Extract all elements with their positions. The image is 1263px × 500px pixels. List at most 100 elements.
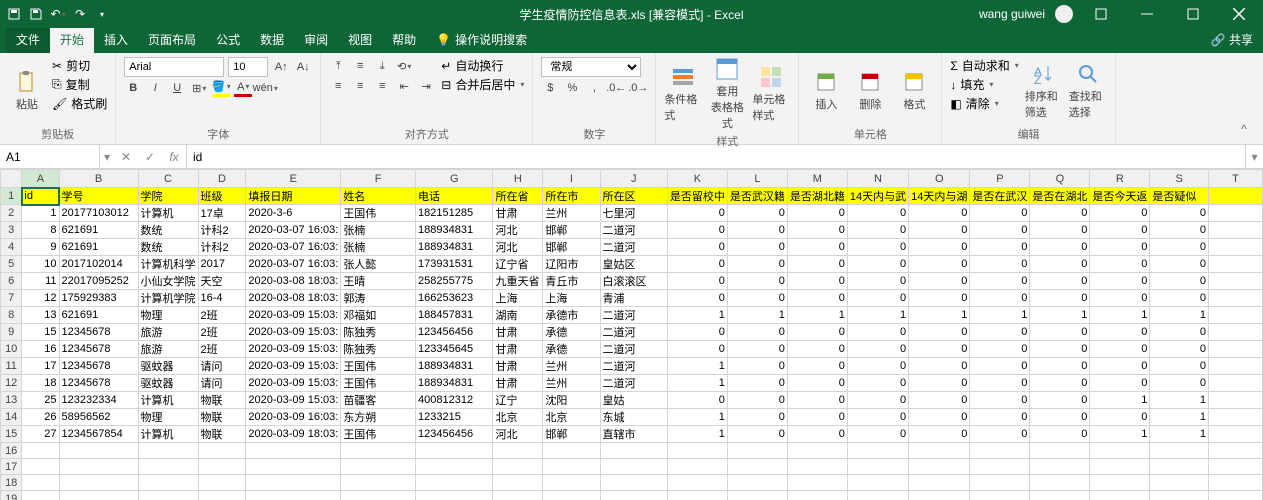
cell[interactable]: 0 (1090, 239, 1150, 256)
cell[interactable]: 123345645 (416, 341, 493, 358)
col-header[interactable]: C (138, 170, 198, 188)
cell[interactable]: 0 (1090, 341, 1150, 358)
cell[interactable] (198, 459, 246, 475)
cell[interactable]: 0 (909, 222, 970, 239)
col-header[interactable]: M (787, 170, 847, 188)
expand-formula-icon[interactable]: ▾ (1245, 145, 1263, 168)
cell[interactable]: 兰州 (543, 205, 600, 222)
currency-icon[interactable]: $ (541, 79, 559, 97)
cell[interactable] (246, 475, 341, 491)
cell[interactable]: 河北 (493, 222, 543, 239)
cell[interactable] (1030, 491, 1090, 500)
cell[interactable]: 旅游 (138, 341, 198, 358)
row-header[interactable]: 17 (1, 459, 22, 475)
cell[interactable]: 0 (1030, 324, 1090, 341)
cell[interactable]: 0 (1090, 409, 1150, 426)
paste-button[interactable]: 粘贴 (8, 57, 46, 124)
cell[interactable]: 河北 (493, 426, 543, 443)
cell[interactable] (493, 491, 543, 500)
cell[interactable]: 0 (727, 341, 787, 358)
cell[interactable]: 0 (1030, 341, 1090, 358)
cell[interactable]: 0 (727, 324, 787, 341)
cell[interactable]: 姓名 (341, 188, 416, 205)
cell[interactable] (543, 459, 600, 475)
cell[interactable]: 二道河 (600, 307, 667, 324)
cell[interactable]: 直辖市 (600, 426, 667, 443)
cell[interactable] (787, 475, 847, 491)
cell[interactable]: 计算机科学 (138, 256, 198, 273)
cell[interactable]: 0 (1030, 205, 1090, 222)
cell[interactable] (1090, 475, 1150, 491)
cell[interactable] (1030, 475, 1090, 491)
cell[interactable]: 是否在武汉 (970, 188, 1030, 205)
tab-view[interactable]: 视图 (338, 26, 382, 53)
cell[interactable]: 12345678 (59, 341, 138, 358)
cell[interactable]: 15 (22, 324, 59, 341)
cell[interactable]: 0 (787, 239, 847, 256)
cell[interactable]: 258255775 (416, 273, 493, 290)
cell[interactable] (1090, 459, 1150, 475)
cell[interactable] (1209, 205, 1263, 222)
cell[interactable]: 张楠 (341, 239, 416, 256)
cell[interactable] (727, 459, 787, 475)
cell[interactable] (493, 443, 543, 459)
cell[interactable] (847, 491, 908, 500)
cell[interactable]: 沈阳 (543, 392, 600, 409)
cell[interactable]: 1 (847, 307, 908, 324)
cell[interactable]: 王国伟 (341, 205, 416, 222)
cell[interactable]: 王国伟 (341, 426, 416, 443)
cell[interactable]: 0 (1150, 324, 1209, 341)
row-header[interactable]: 9 (1, 324, 22, 341)
cell[interactable]: 0 (1150, 239, 1209, 256)
cell[interactable] (787, 491, 847, 500)
cell[interactable]: 0 (1030, 375, 1090, 392)
row-header[interactable]: 3 (1, 222, 22, 239)
cell[interactable]: 0 (970, 239, 1030, 256)
cell[interactable]: 上海 (543, 290, 600, 307)
cell[interactable]: 2020-03-09 15:03: (246, 307, 341, 324)
cell[interactable]: 0 (1150, 375, 1209, 392)
cell[interactable]: 天空 (198, 273, 246, 290)
cell[interactable]: 0 (667, 392, 727, 409)
row-header[interactable]: 8 (1, 307, 22, 324)
cell[interactable]: 学院 (138, 188, 198, 205)
cell[interactable] (1209, 443, 1263, 459)
cell[interactable] (59, 491, 138, 500)
cell[interactable]: 陈独秀 (341, 324, 416, 341)
row-header[interactable]: 7 (1, 290, 22, 307)
col-header[interactable]: T (1209, 170, 1263, 188)
cell[interactable]: 2班 (198, 324, 246, 341)
enter-formula-icon[interactable]: ✓ (138, 145, 162, 168)
cell[interactable]: 1 (909, 307, 970, 324)
cell[interactable]: 0 (667, 324, 727, 341)
cell[interactable] (970, 491, 1030, 500)
cell[interactable]: 所在省 (493, 188, 543, 205)
cell[interactable]: 0 (787, 324, 847, 341)
cell[interactable] (1209, 256, 1263, 273)
cell[interactable]: 2020-3-6 (246, 205, 341, 222)
cell[interactable] (727, 443, 787, 459)
close-icon[interactable] (1221, 0, 1257, 28)
cell[interactable]: 0 (970, 324, 1030, 341)
cell[interactable]: 0 (1030, 222, 1090, 239)
minimize-icon[interactable] (1129, 0, 1165, 28)
cell[interactable]: 所在市 (543, 188, 600, 205)
cell[interactable]: 1 (667, 358, 727, 375)
cell[interactable]: 0 (727, 205, 787, 222)
redo-icon[interactable]: ↷ (72, 6, 88, 22)
cell[interactable]: 2班 (198, 341, 246, 358)
cell[interactable] (1209, 307, 1263, 324)
cell[interactable]: 0 (787, 205, 847, 222)
col-header[interactable]: J (600, 170, 667, 188)
cell[interactable]: 计算机 (138, 392, 198, 409)
cell[interactable]: 0 (847, 273, 908, 290)
user-name[interactable]: wang guiwei (979, 7, 1045, 21)
cell[interactable]: 请问 (198, 375, 246, 392)
cell[interactable] (1209, 188, 1263, 205)
font-name-select[interactable] (124, 57, 224, 77)
cell[interactable]: 0 (1090, 256, 1150, 273)
cell[interactable]: 0 (787, 222, 847, 239)
align-top-icon[interactable]: ⤒ (329, 57, 347, 75)
cell[interactable]: 0 (909, 290, 970, 307)
cell[interactable]: 东方朔 (341, 409, 416, 426)
